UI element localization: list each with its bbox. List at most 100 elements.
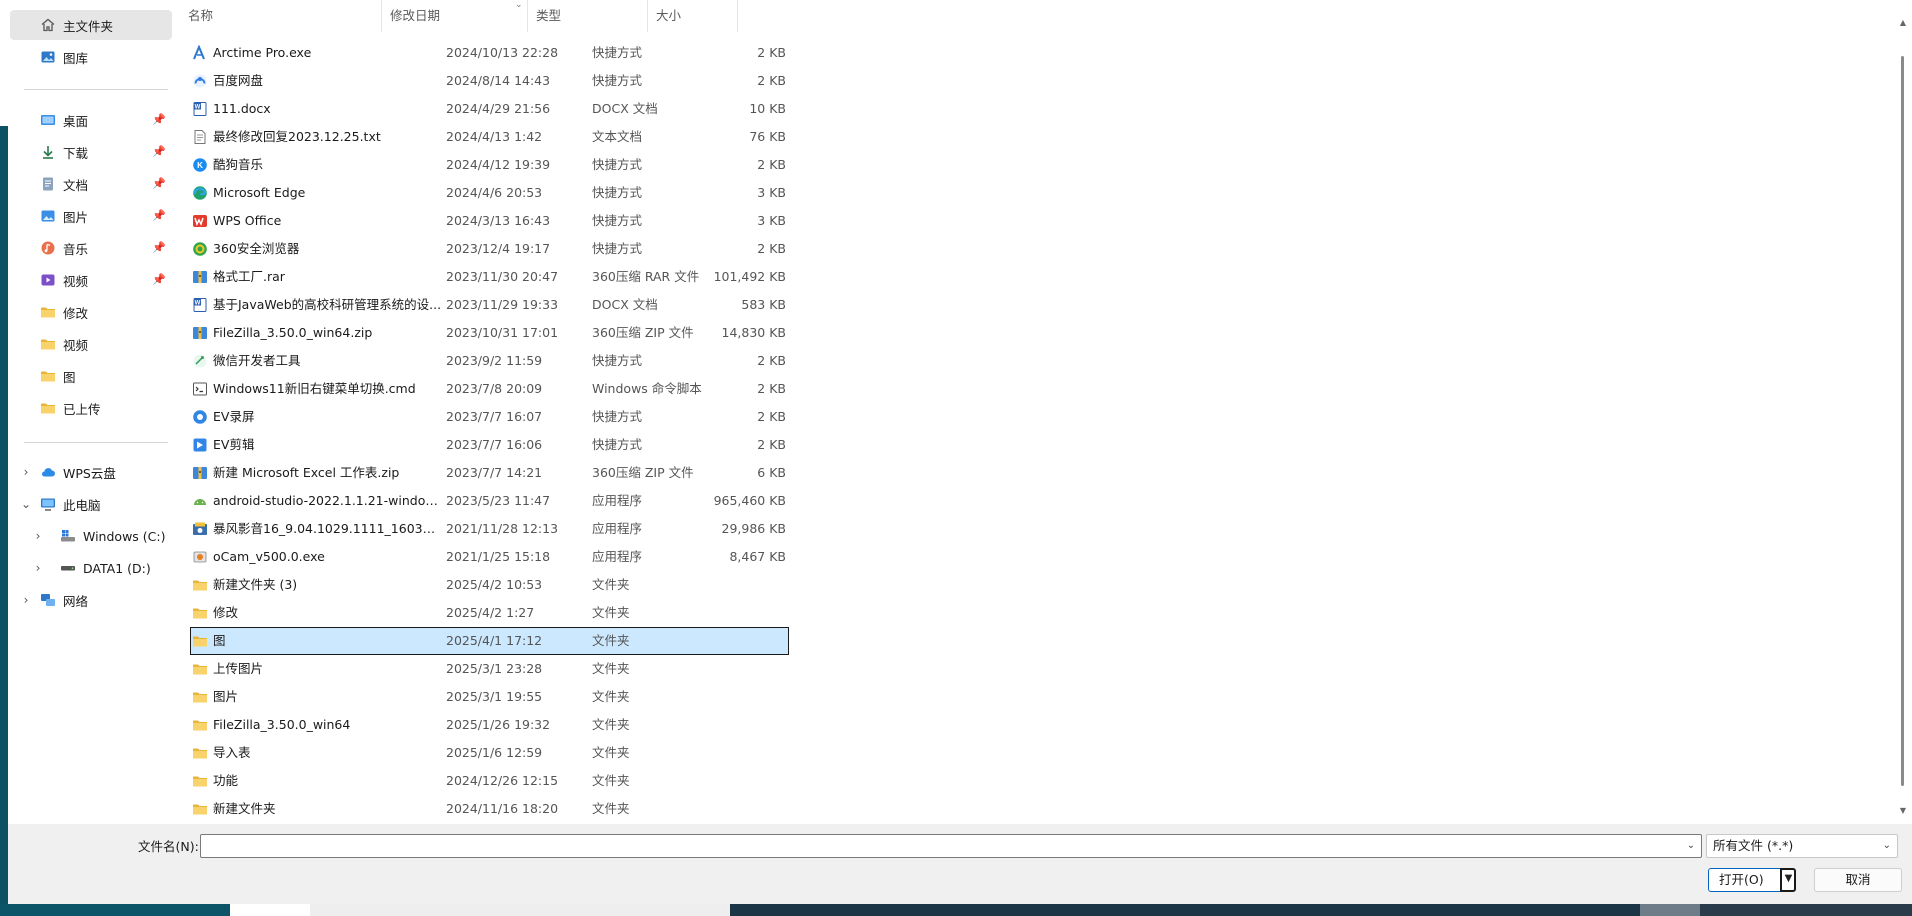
pin-icon[interactable]: 📌 <box>152 114 166 126</box>
pin-icon[interactable]: 📌 <box>152 242 166 254</box>
file-row[interactable]: 上传图片 2025/3/1 23:28 文件夹 <box>190 655 789 683</box>
sidebar-item-label: 图片 <box>63 209 89 225</box>
drive-d-icon <box>60 560 76 576</box>
pin-icon[interactable]: 📌 <box>152 210 166 222</box>
sidebar-separator <box>24 442 168 443</box>
file-row[interactable]: 功能 2024/12/26 12:15 文件夹 <box>190 767 789 795</box>
360-browser-icon <box>192 241 208 257</box>
tree-item-wps-cloud[interactable]: WPS云盘 <box>10 457 172 487</box>
file-name: 微信开发者工具 <box>213 353 301 368</box>
file-name-cell: EV录屏 <box>192 403 442 431</box>
file-row[interactable]: 修改 2025/4/2 1:27 文件夹 <box>190 599 789 627</box>
filename-input[interactable] <box>200 834 1702 858</box>
svg-text:W: W <box>195 104 201 110</box>
word-doc-icon: W <box>192 297 208 313</box>
file-row[interactable]: EV录屏 2023/7/7 16:07 快捷方式 2 KB <box>190 403 789 431</box>
ev-record-icon <box>192 409 208 425</box>
file-date: 2023/7/7 14:21 <box>446 465 543 480</box>
tree-item-drive-d[interactable]: DATA1 (D:) <box>10 553 172 583</box>
column-header-date[interactable]: 修改日期 <box>382 0 528 32</box>
scrollbar-thumb[interactable] <box>1901 56 1904 786</box>
scroll-up-icon[interactable]: ▲ <box>1898 18 1908 28</box>
file-row[interactable]: FileZilla_3.50.0_win64 2025/1/26 19:32 文件夹 <box>190 711 789 739</box>
sidebar-item-folder[interactable]: 视频 <box>10 329 172 359</box>
sidebar-item-folder[interactable]: 已上传 <box>10 393 172 423</box>
sidebar-item-gallery[interactable]: 图库 <box>10 42 172 72</box>
sidebar-item-folder[interactable]: 图 <box>10 361 172 391</box>
file-date: 2024/4/13 1:42 <box>446 129 543 144</box>
file-row[interactable]: WPS Office 2024/3/13 16:43 快捷方式 3 KB <box>190 207 789 235</box>
file-type-filter[interactable]: 所有文件 (*.*) ⌄ <box>1706 834 1898 858</box>
dialog-footer: 文件名(N): ⌄ 所有文件 (*.*) ⌄ 打开(O) ▼ 取消 <box>8 824 1912 904</box>
file-name: 新建文件夹 (3) <box>213 577 298 592</box>
file-row[interactable]: 导入表 2025/1/6 12:59 文件夹 <box>190 739 789 767</box>
file-row[interactable]: Microsoft Edge 2024/4/6 20:53 快捷方式 3 KB <box>190 179 789 207</box>
file-row[interactable]: Arctime Pro.exe 2024/10/13 22:28 快捷方式 2 KB <box>190 39 789 67</box>
pin-icon[interactable]: 📌 <box>152 274 166 286</box>
file-name: 基于JavaWeb的高校科研管理系统的设... <box>213 297 442 312</box>
sidebar-item-music[interactable]: 音乐 📌 <box>10 233 172 263</box>
ev-edit-icon <box>192 437 208 453</box>
pin-icon[interactable]: 📌 <box>152 146 166 158</box>
file-name-cell: 百度网盘 <box>192 67 442 95</box>
file-row[interactable]: 新建 Microsoft Excel 工作表.zip 2023/7/7 14:21… <box>190 459 789 487</box>
file-row[interactable]: W 111.docx 2024/4/29 21:56 DOCX 文档 10 KB <box>190 95 789 123</box>
file-row[interactable]: 百度网盘 2024/8/14 14:43 快捷方式 2 KB <box>190 67 789 95</box>
baidu-netdisk-icon <box>192 73 208 89</box>
vertical-scrollbar[interactable]: ▲ ▼ <box>1898 18 1908 816</box>
file-date: 2023/7/8 20:09 <box>446 381 543 396</box>
sidebar-item-videos[interactable]: 视频 📌 <box>10 265 172 295</box>
file-row[interactable]: 图片 2025/3/1 19:55 文件夹 <box>190 683 789 711</box>
file-size: 2 KB <box>757 437 786 452</box>
scroll-down-icon[interactable]: ▼ <box>1898 806 1908 816</box>
desktop-background-strip <box>0 904 1912 916</box>
file-size: 2 KB <box>757 381 786 396</box>
sidebar-item-desktop[interactable]: 桌面 📌 <box>10 105 172 135</box>
file-row[interactable]: 360安全浏览器 2023/12/4 19:17 快捷方式 2 KB <box>190 235 789 263</box>
cancel-button[interactable]: 取消 <box>1814 868 1902 892</box>
tree-item-label: WPS云盘 <box>63 465 116 481</box>
file-name: WPS Office <box>213 213 282 228</box>
file-row[interactable]: Windows11新旧右键菜单切换.cmd 2023/7/8 20:09 Windo… <box>190 375 789 403</box>
file-row[interactable]: W 基于JavaWeb的高校科研管理系统的设... 2023/11/29 19:33… <box>190 291 789 319</box>
tree-item-computer[interactable]: 此电脑 <box>10 489 172 519</box>
open-options-dropdown-icon[interactable]: ▼ <box>1780 868 1796 892</box>
pin-icon[interactable]: 📌 <box>152 178 166 190</box>
filename-history-chevron-icon[interactable]: ⌄ <box>1684 839 1698 853</box>
file-row[interactable]: 微信开发者工具 2023/9/2 11:59 快捷方式 2 KB <box>190 347 789 375</box>
file-size <box>676 571 786 599</box>
file-date: 2024/4/29 21:56 <box>446 101 551 116</box>
videos-icon <box>40 272 56 288</box>
sidebar-item-documents[interactable]: 文档 📌 <box>10 169 172 199</box>
tree-item-drive-c[interactable]: Windows (C:) <box>10 521 172 551</box>
file-row[interactable]: 格式工厂.rar 2023/11/30 20:47 360压缩 RAR 文件 101,… <box>190 263 789 291</box>
file-size: 76 KB <box>749 129 786 144</box>
navigation-pane: 主文件夹 图库 桌面 📌 下载 📌 文档 📌 图片 📌 音乐 📌 视频 📌 修改 视频图已上传 › WPS云盘 ⌄ 此… <box>8 0 180 824</box>
file-size <box>676 767 786 795</box>
file-row[interactable]: EV剪辑 2023/7/7 16:06 快捷方式 2 KB <box>190 431 789 459</box>
file-name-cell: android-studio-2022.1.1.21-windows.... <box>192 487 442 515</box>
file-row[interactable]: 图 2025/4/1 17:12 文件夹 <box>190 627 789 655</box>
tree-item-network[interactable]: 网络 <box>10 585 172 615</box>
file-date: 2024/11/16 18:20 <box>446 801 559 816</box>
file-name-cell: 修改 <box>192 599 442 627</box>
file-row[interactable]: oCam_v500.0.exe 2021/1/25 15:18 应用程序 8,467 … <box>190 543 789 571</box>
file-row[interactable]: K 酷狗音乐 2024/4/12 19:39 快捷方式 2 KB <box>190 151 789 179</box>
column-header-size[interactable]: 大小 <box>648 0 738 32</box>
file-row[interactable]: 新建文件夹 (3) 2025/4/2 10:53 文件夹 <box>190 571 789 599</box>
sidebar-item-folder[interactable]: 修改 <box>10 297 172 327</box>
file-row[interactable]: 最终修改回复2023.12.25.txt 2024/4/13 1:42 文本文档 76… <box>190 123 789 151</box>
file-row[interactable]: 新建文件夹 2024/11/16 18:20 文件夹 <box>190 795 789 823</box>
file-name: FileZilla_3.50.0_win64 <box>213 717 351 732</box>
sidebar-item-pictures[interactable]: 图片 📌 <box>10 201 172 231</box>
file-row[interactable]: android-studio-2022.1.1.21-windows.... 20… <box>190 487 789 515</box>
file-row[interactable]: FileZilla_3.50.0_win64.zip 2023/10/31 17:… <box>190 319 789 347</box>
column-header-name[interactable]: 名称 <box>180 0 382 32</box>
column-header-type[interactable]: 类型 <box>528 0 648 32</box>
file-name: FileZilla_3.50.0_win64.zip <box>213 325 373 340</box>
file-date: 2021/1/25 15:18 <box>446 549 551 564</box>
sidebar-item-home[interactable]: 主文件夹 <box>10 10 172 40</box>
sidebar-item-download[interactable]: 下载 📌 <box>10 137 172 167</box>
folder-icon <box>192 717 208 733</box>
file-row[interactable]: 暴风影音16_9.04.1029.1111_16039416... 2021/11… <box>190 515 789 543</box>
